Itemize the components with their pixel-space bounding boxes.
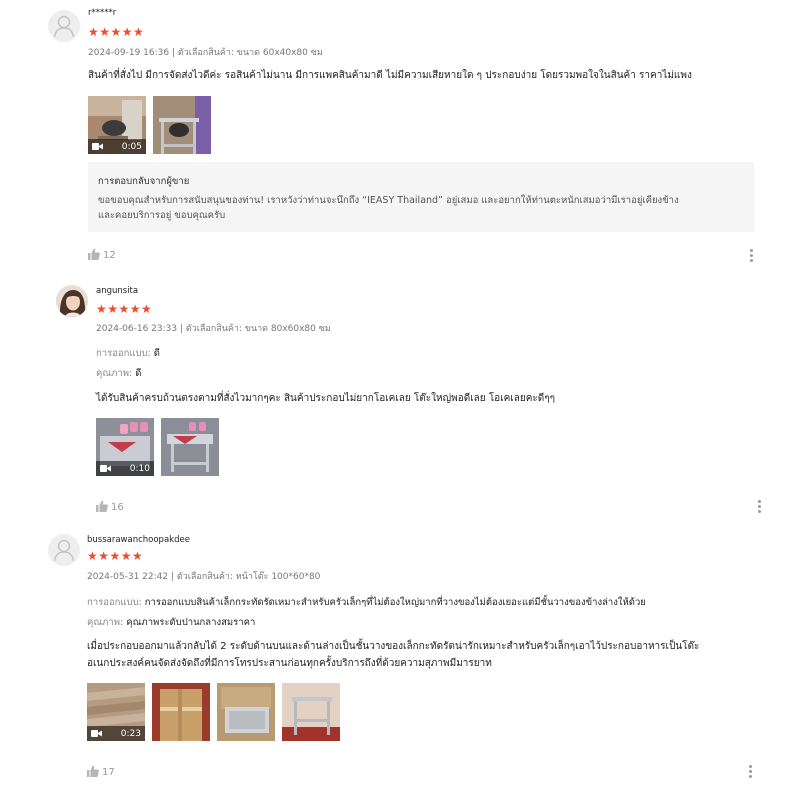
seller-reply-line: และคอยบริการอยู่ ขอบคุณครับ <box>98 210 226 221</box>
review-text: สินค้าที่สั่งไป มีการจัดส่งไวดีค่ะ รอสิน… <box>88 70 692 81</box>
attribute-label: คุณภาพ: <box>96 368 133 379</box>
attribute-value: คุณภาพระดับปานกลางสมราคา <box>126 617 256 628</box>
attribute-value: การออกแบบสินค้าเล็กกระทัดรัดเหมาะสำหรับค… <box>144 597 646 608</box>
review-media-image <box>161 418 219 476</box>
thumbs-up-icon <box>87 765 99 777</box>
video-camera-icon <box>100 465 111 472</box>
seller-reply-box: การตอบกลับจากผู้ขาย ขอขอบคุณสำหรับการสนั… <box>88 162 754 232</box>
review-media-image <box>282 683 340 741</box>
attribute-label: คุณภาพ: <box>87 617 124 628</box>
attribute-value: ดี <box>135 368 142 379</box>
video-duration: 0:10 <box>129 464 150 474</box>
video-camera-icon <box>91 730 102 737</box>
seller-reply-title: การตอบกลับจากผู้ขาย <box>98 176 190 187</box>
user-avatar[interactable] <box>48 10 80 42</box>
user-avatar-photo <box>56 285 88 317</box>
rating-stars: ★★★★★ <box>88 25 145 39</box>
review-attribute-design: การออกแบบ: ดี <box>96 346 160 361</box>
review-text-line: อเนกประสงค์คนจัดส่งจัดถึงที่มีการโทรประส… <box>87 658 492 669</box>
review-media-image <box>152 683 210 741</box>
attribute-value: ดี <box>153 348 160 359</box>
review-video-thumbnail[interactable]: 0:23 <box>87 683 145 741</box>
video-camera-icon <box>92 143 103 150</box>
review-video-thumbnail[interactable]: 0:10 <box>96 418 154 476</box>
more-options-button[interactable] <box>749 765 752 780</box>
review-photo-thumbnail[interactable] <box>161 418 219 476</box>
attribute-label: การออกแบบ: <box>87 597 142 608</box>
thumbs-up-icon <box>88 248 100 260</box>
review-attribute-design: การออกแบบ: การออกแบบสินค้าเล็กกระทัดรัดเ… <box>87 595 646 610</box>
seller-reply-text: ขอขอบคุณสำหรับการสนับสนุนของท่าน! เราหวั… <box>98 193 748 223</box>
review-photo-thumbnail[interactable] <box>152 683 210 741</box>
review-meta: 2024-05-31 22:42 | ตัวเลือกสินค้า: หน้าโ… <box>87 572 321 582</box>
review-text: เมื่อประกอบออกมาแล้วกลับได้ 2 ระดับด้านบ… <box>87 638 699 672</box>
review-photo-thumbnail[interactable] <box>217 683 275 741</box>
user-avatar[interactable] <box>56 285 88 317</box>
seller-reply-line: ขอขอบคุณสำหรับการสนับสนุนของท่าน! เราหวั… <box>98 195 679 206</box>
review-meta: 2024-09-19 16:36 | ตัวเลือกสินค้า: ขนาด … <box>88 48 323 58</box>
like-button[interactable]: 12 <box>88 248 116 261</box>
video-duration-bar: 0:23 <box>87 726 145 741</box>
video-duration-bar: 0:10 <box>96 461 154 476</box>
like-count: 12 <box>103 250 116 261</box>
video-duration: 0:05 <box>121 142 142 152</box>
like-button[interactable]: 17 <box>87 765 115 778</box>
review-media-image <box>153 96 211 154</box>
more-options-button[interactable] <box>758 500 761 515</box>
review-text-line: เมื่อประกอบออกมาแล้วกลับได้ 2 ระดับด้านบ… <box>87 641 700 652</box>
review-text: ได้รับสินค้าครบถ้วนตรงตามที่สั่งไวมากๆคะ… <box>96 393 555 404</box>
reviewer-username[interactable]: bussarawanchoopakdee <box>87 535 190 545</box>
review-video-thumbnail[interactable]: 0:05 <box>88 96 146 154</box>
attribute-label: การออกแบบ: <box>96 348 151 359</box>
thumbs-up-icon <box>96 500 108 512</box>
rating-stars: ★★★★★ <box>96 302 153 316</box>
like-button[interactable]: 16 <box>96 500 124 513</box>
review-photo-thumbnail[interactable] <box>153 96 211 154</box>
review-attribute-quality: คุณภาพ: คุณภาพระดับปานกลางสมราคา <box>87 615 255 630</box>
rating-stars: ★★★★★ <box>87 549 144 563</box>
review-media-image <box>217 683 275 741</box>
review-attribute-quality: คุณภาพ: ดี <box>96 366 141 381</box>
user-avatar[interactable] <box>48 534 80 566</box>
more-options-button[interactable] <box>750 249 753 264</box>
user-silhouette-icon <box>53 15 75 38</box>
like-count: 17 <box>102 767 115 778</box>
reviewer-username[interactable]: r*****r <box>88 8 116 18</box>
user-silhouette-icon <box>53 539 75 562</box>
reviewer-username[interactable]: angunsita <box>96 286 138 296</box>
video-duration-bar: 0:05 <box>88 139 146 154</box>
video-duration: 0:23 <box>120 729 141 739</box>
like-count: 16 <box>111 502 124 513</box>
review-photo-thumbnail[interactable] <box>282 683 340 741</box>
review-meta: 2024-06-16 23:33 | ตัวเลือกสินค้า: ขนาด … <box>96 324 331 334</box>
